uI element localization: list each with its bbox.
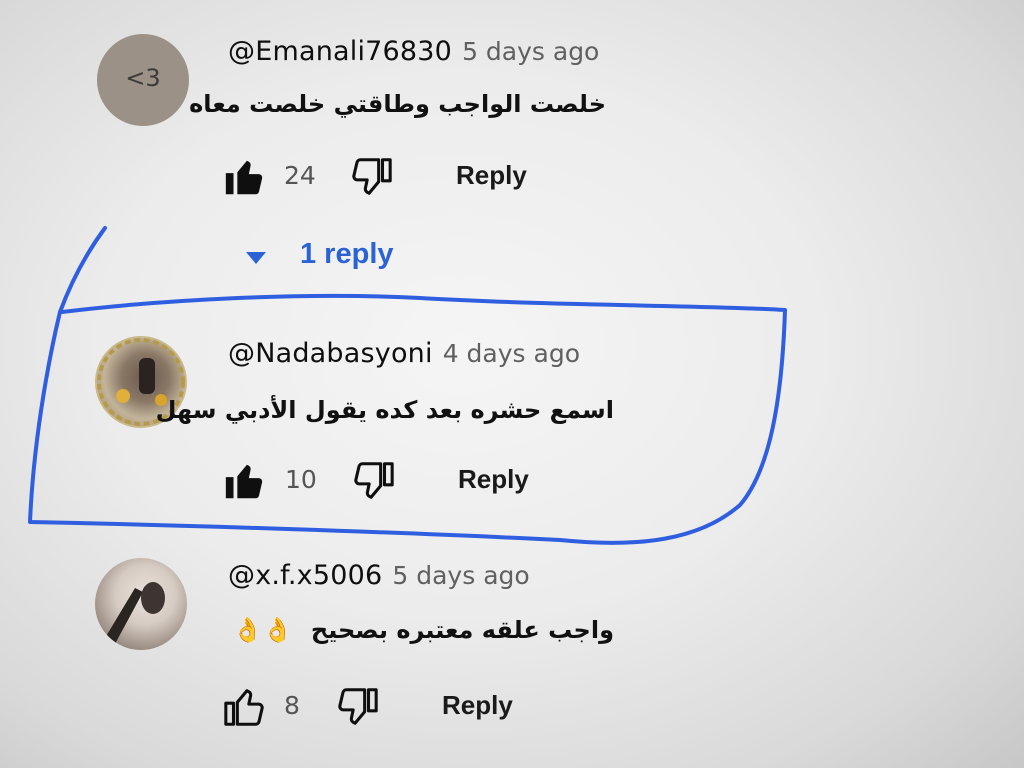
comment-timestamp[interactable]: 5 days ago [392,561,529,590]
author-handle[interactable]: @x.f.x5006 [228,560,382,591]
thumbs-up-icon[interactable] [222,684,268,730]
reply-button[interactable]: Reply [442,690,513,721]
avatar-photo-icon [105,582,165,644]
comment-thread-3: @x.f.x5006 5 days ago واجب علقه معتبره بص… [0,0,1024,768]
avatar[interactable] [95,558,187,650]
comment-text-words: واجب علقه معتبره بصحيح [310,616,614,644]
comment-header: @x.f.x5006 5 days ago [228,560,530,591]
like-count: 8 [284,691,300,720]
ok-hand-emoji-icon: 👌👌 [232,616,293,644]
comment-actions: 8 Reply [222,682,622,732]
comment-text: واجب علقه معتبره بصحيح 👌👌 [233,616,614,644]
thumbs-down-icon[interactable] [334,684,380,730]
